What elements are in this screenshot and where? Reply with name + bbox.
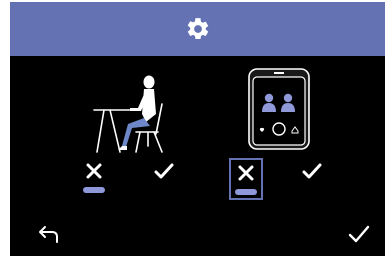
header-bar [10,2,385,56]
check-icon [302,163,322,179]
selected-indicator [83,187,105,193]
cross-icon [238,165,254,181]
gear-icon [187,18,208,40]
device-cross-option[interactable] [229,158,263,200]
back-arrow-icon[interactable] [38,225,60,243]
posture-cross-option[interactable] [80,162,108,202]
cross-icon [86,163,102,179]
selected-indicator [235,189,257,195]
check-icon [154,163,174,179]
settings-screen [10,2,385,256]
posture-check-option[interactable] [150,162,178,186]
device-screen-icon [248,68,310,150]
person-seated-at-desk-icon [93,75,163,153]
device-check-option[interactable] [298,162,326,186]
confirm-check-icon[interactable] [348,224,370,244]
